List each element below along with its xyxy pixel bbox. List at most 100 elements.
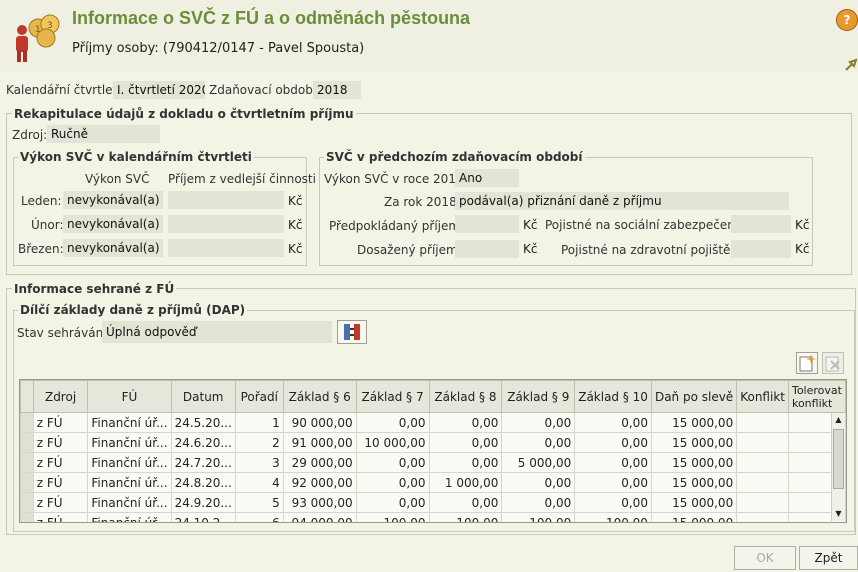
column-header[interactable]: Základ § 10 [574,380,652,413]
column-header[interactable]: Datum [170,380,236,413]
scroll-down-icon[interactable]: ▼ [832,507,845,521]
achieved-income-label: Dosažený příjem: [357,243,462,257]
table-cell: 0,00 [355,452,430,473]
expected-income-label: Předpokládaný příjem: [329,219,465,233]
column-header[interactable]: Základ § 9 [501,380,576,413]
row-selector[interactable] [20,432,34,453]
status-field: Úplná odpověď [102,321,332,343]
add-row-button[interactable] [796,352,818,374]
currency-label: Kč [523,218,538,232]
row-selector[interactable] [20,412,34,433]
prev-period-title: SVČ v předchozím zdaňovacím období [324,150,585,164]
month-label: Leden: [21,194,62,208]
column-header[interactable]: Zdroj [32,380,89,413]
column-header[interactable]: Pořadí [234,380,284,413]
column-header[interactable]: Základ § 8 [428,380,503,413]
table-cell: 15 000,00 [650,432,738,453]
tax-period-label: Zdaňovací období: [209,83,321,97]
row-selector[interactable] [20,452,34,473]
table-cell: 100,00 [501,512,576,522]
table-cell: 15 000,00 [650,512,738,522]
table-row[interactable]: z FÚ Finanční úř... 24.10.2... 6 94 000,00 10… [20,512,846,522]
table-cell: 6 [234,512,284,522]
table-cell: 24.10.2... [170,512,236,522]
table-cell: Finanční úř... [87,452,172,473]
table-cell: Finanční úř... [87,432,172,453]
month-label: Březen: [18,242,64,256]
table-cell: 2 [234,432,284,453]
scroll-thumb[interactable] [833,429,844,489]
table-cell: 1 000,00 [428,472,503,493]
table-row[interactable]: z FÚ Finanční úř... 24.8.20... 4 92 000,00 0,… [20,472,846,493]
column-header[interactable]: FÚ [87,380,172,413]
table-cell [736,432,789,453]
column-header[interactable]: Základ § 7 [355,380,430,413]
column-header[interactable]: Tolerovat konflikt [787,380,846,413]
table-cell: 24.6.20... [170,432,236,453]
page-subtitle: Příjmy osoby: (790412/0147 - Pavel Spous… [72,41,365,56]
side-income-field [168,215,284,233]
row-selector[interactable] [20,492,34,513]
dap-title: Dílčí základy daně z příjmů (DAP) [18,303,248,317]
table-cell: 15 000,00 [650,492,738,513]
sync-icon [344,324,360,340]
currency-label: Kč [795,242,810,256]
back-button[interactable]: Zpět [799,546,858,570]
table-cell: Finanční úř... [87,512,172,522]
table-cell: z FÚ [32,512,89,522]
table-cell: Finanční úř... [87,472,172,493]
table-cell: 0,00 [355,492,430,513]
table-cell: 5 [234,492,284,513]
column-header[interactable]: Základ § 6 [282,380,357,413]
table-row[interactable]: z FÚ Finanční úř... 24.5.20... 1 90 000,00 0,… [20,412,846,433]
column-header[interactable]: Konflikt [736,380,789,413]
quarter-col2-header: Příjem z vedlejší činnosti [168,172,316,186]
table-cell: 0,00 [501,492,576,513]
table-cell: z FÚ [32,432,89,453]
table-cell: 10 000,00 [355,432,430,453]
dap-table: Zdroj FÚ Datum Pořadí Základ § 6 Základ … [19,379,847,523]
table-cell: z FÚ [32,492,89,513]
scroll-up-icon[interactable]: ▲ [832,413,845,427]
table-cell: 29 000,00 [282,452,357,473]
month-value-field: nevykonával(a) [63,215,163,233]
status-label: Stav sehrávání: [17,326,111,340]
table-scrollbar[interactable]: ▲ ▼ [831,413,845,521]
row-selector[interactable] [20,512,34,522]
table-cell: 0,00 [428,452,503,473]
table-cell: 93 000,00 [282,492,357,513]
social-insurance-field [731,215,791,233]
sync-button[interactable] [337,320,367,344]
pin-icon[interactable] [844,58,858,72]
table-cell: 0,00 [574,492,652,513]
table-row[interactable]: z FÚ Finanční úř... 24.9.20... 5 93 000,00 0,… [20,492,846,513]
column-header[interactable]: Daň po slevě [650,380,738,413]
table-cell: Finanční úř... [87,492,172,513]
table-cell: 100,00 [428,512,503,522]
table-cell: z FÚ [32,412,89,433]
vykon-field: Ano [455,169,519,187]
recap-title: Rekapitulace údajů z dokladu o čtvrtletn… [12,107,356,121]
table-cell: 4 [234,472,284,493]
table-row[interactable]: z FÚ Finanční úř... 24.6.20... 2 91 000,00 10… [20,432,846,453]
table-cell: 0,00 [428,432,503,453]
page-title: Informace o SVČ z FÚ a o odměnách pěstou… [72,8,471,28]
table-cell: 24.8.20... [170,472,236,493]
delete-row-button[interactable] [822,352,844,374]
table-cell: 3 [234,452,284,473]
health-insurance-field [731,240,791,258]
row-selector[interactable] [20,472,34,493]
month-label: Únor: [31,218,64,232]
vykon-label: Výkon SVČ v roce 2018: [324,172,468,186]
table-cell: 15 000,00 [650,452,738,473]
table-cell: 0,00 [574,472,652,493]
ok-button[interactable]: OK [734,546,796,570]
source-field: Ručně [47,125,160,143]
table-cell: 0,00 [355,412,430,433]
svg-text:1: 1 [35,25,41,35]
year-label: Za rok 2018: [384,195,461,209]
help-icon[interactable]: ? [836,9,858,31]
table-row[interactable]: z FÚ Finanční úř... 24.7.20... 3 29 000,00 0,… [20,452,846,473]
table-cell: 100,00 [355,512,430,522]
table-cell: 15 000,00 [650,472,738,493]
